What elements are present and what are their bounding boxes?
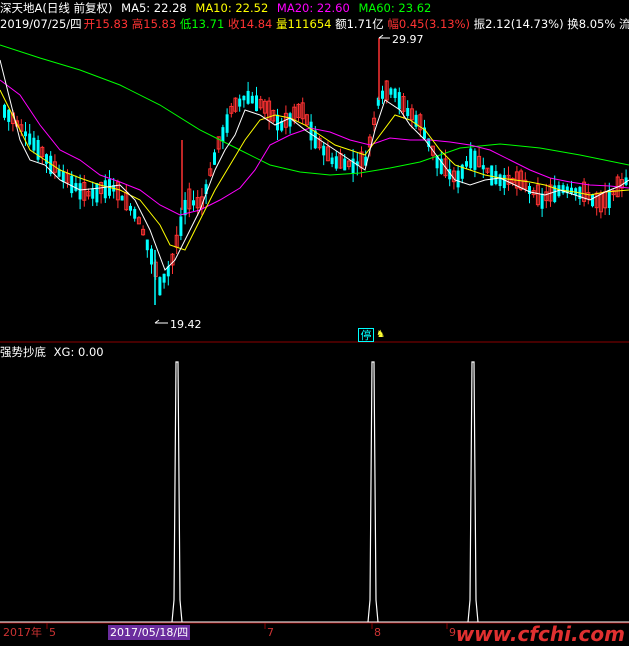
candle-body bbox=[540, 193, 544, 209]
quote-volume: 量111654 bbox=[276, 17, 332, 31]
candle-body bbox=[95, 183, 99, 203]
candle-body bbox=[45, 154, 48, 164]
quote-date: 2019/07/25/四 bbox=[0, 17, 82, 31]
candle-body bbox=[150, 248, 153, 265]
candle-body bbox=[120, 195, 124, 201]
suspension-badge: 停 bbox=[358, 328, 374, 342]
candle-body bbox=[103, 180, 107, 199]
candle-body bbox=[36, 140, 40, 160]
candle-body bbox=[528, 186, 531, 194]
candle-body bbox=[322, 145, 326, 156]
candle-body bbox=[213, 152, 216, 165]
candle-body bbox=[221, 127, 225, 142]
candle-body bbox=[561, 185, 565, 194]
candle-body bbox=[397, 92, 401, 110]
quote-close: 收14.84 bbox=[227, 17, 273, 31]
low-price-label: 19.42 bbox=[170, 318, 202, 331]
candle-body bbox=[309, 121, 313, 141]
candle-body bbox=[389, 88, 393, 95]
candle-body bbox=[502, 175, 506, 189]
suspension-mark-icon: ♞ bbox=[376, 329, 385, 340]
candle-body bbox=[242, 95, 246, 101]
quote-amplitude: 振2.12(14.73%) bbox=[473, 17, 564, 31]
quote-amount: 额1.71亿 bbox=[335, 17, 384, 31]
candle-body bbox=[70, 175, 74, 194]
quote-turnover: 换8.05% bbox=[567, 17, 616, 31]
signal-spike-1 bbox=[171, 361, 183, 623]
cursor-date: 2017/05/18/四 bbox=[108, 625, 191, 640]
candle-body bbox=[28, 133, 32, 145]
candle-body bbox=[591, 194, 594, 207]
candle-body bbox=[32, 137, 36, 151]
candle-body bbox=[406, 107, 410, 117]
axis-month-8: 8 bbox=[374, 626, 381, 639]
main-chart[interactable]: 29.97 19.42 bbox=[0, 0, 629, 644]
quote-high: 高15.83 bbox=[131, 17, 177, 31]
header-row: 深天地A(日线 前复权) MA5: 22.28 MA10: 22.52 MA20… bbox=[0, 0, 436, 16]
candle-body bbox=[7, 109, 11, 122]
candle-body bbox=[238, 98, 242, 107]
quote-low: 低13.71 bbox=[179, 17, 225, 31]
candle-body bbox=[288, 113, 292, 127]
candle-body bbox=[61, 171, 65, 183]
quote-change: 幅0.45(3.13%) bbox=[387, 17, 470, 31]
candle-body bbox=[255, 95, 258, 112]
ma10-value: MA10: 22.52 bbox=[195, 1, 269, 15]
candle-body bbox=[473, 150, 477, 170]
candle-body bbox=[276, 114, 279, 131]
site-watermark: www.cfchi.com bbox=[455, 622, 625, 646]
ma60-line bbox=[0, 44, 629, 176]
ma10-line bbox=[0, 89, 629, 251]
axis-year: 2017年 bbox=[3, 626, 42, 639]
candle-body bbox=[145, 239, 149, 251]
axis-month-7: 7 bbox=[267, 626, 274, 639]
candle-body bbox=[465, 161, 468, 167]
candle-body bbox=[225, 114, 229, 133]
stock-name[interactable]: 深天地A bbox=[0, 1, 42, 15]
candle-body bbox=[133, 208, 137, 219]
quote-open: 开15.83 bbox=[83, 17, 129, 31]
ma20-value: MA20: 22.60 bbox=[276, 1, 350, 15]
indicator-name: 强势抄底 bbox=[0, 345, 46, 359]
quote-float: 流通1. bbox=[618, 17, 629, 31]
candle-body bbox=[192, 200, 195, 206]
candle-body bbox=[570, 187, 573, 194]
candle-body bbox=[481, 165, 485, 170]
candle-body bbox=[3, 104, 6, 118]
candle-body bbox=[183, 199, 187, 216]
candle-body bbox=[129, 205, 132, 211]
high-price-label: 29.97 bbox=[392, 33, 424, 46]
candle-body bbox=[250, 95, 254, 104]
candle-body bbox=[246, 90, 250, 104]
indicator-value: XG: 0.00 bbox=[53, 345, 104, 359]
ma5-line bbox=[0, 59, 629, 271]
signal-spike-2 bbox=[367, 361, 379, 623]
candle-body bbox=[334, 156, 338, 169]
ma60-value: MA60: 23.62 bbox=[358, 1, 432, 15]
quote-row: 2019/07/25/四 开15.83 高15.83 低13.71 收14.84 … bbox=[0, 16, 629, 32]
signal-spike-3 bbox=[467, 361, 479, 623]
candle-body bbox=[330, 157, 334, 165]
candle-body bbox=[78, 183, 82, 200]
candle-body bbox=[343, 158, 347, 171]
candle-body bbox=[607, 190, 611, 208]
candle-body bbox=[456, 170, 460, 188]
ma5-value: MA5: 22.28 bbox=[121, 1, 187, 15]
candle-body bbox=[498, 174, 502, 187]
chart-mode: (日线 前复权) bbox=[42, 1, 113, 15]
axis-month-5: 5 bbox=[49, 626, 56, 639]
candle-body bbox=[469, 148, 473, 169]
candle-body bbox=[381, 90, 384, 99]
candle-body bbox=[162, 273, 166, 283]
candle-body bbox=[24, 131, 27, 137]
indicator-title[interactable]: 强势抄底 XG: 0.00 bbox=[0, 345, 104, 359]
candle-body bbox=[91, 188, 95, 199]
candle-body bbox=[393, 88, 397, 99]
candle-body bbox=[490, 165, 494, 186]
candle-body bbox=[179, 216, 183, 236]
candle-body bbox=[158, 277, 162, 296]
